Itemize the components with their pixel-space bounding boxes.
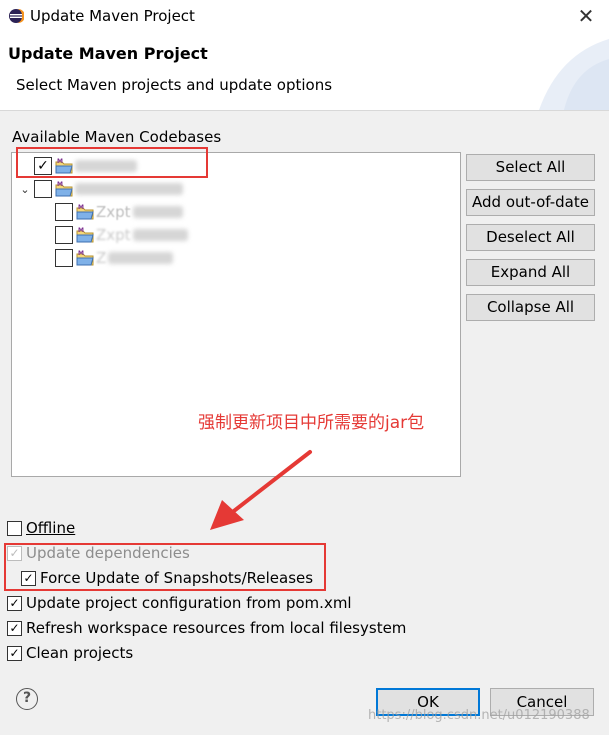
help-icon[interactable]: ? [16, 688, 38, 710]
tree-item[interactable]: M Zxpt [55, 224, 188, 246]
offline-option[interactable]: Offline [7, 517, 75, 539]
tree-item-checkbox[interactable] [55, 203, 73, 221]
highlight-box-first-project [16, 147, 208, 178]
collapse-all-button[interactable]: Collapse All [466, 294, 595, 321]
tree-item-checkbox[interactable] [34, 180, 52, 198]
refresh-workspace-checkbox[interactable]: ✓ [7, 620, 22, 636]
title-bar: Update Maven Project ✕ [0, 0, 609, 34]
tree-item-label-blurred [132, 206, 183, 218]
tree-item[interactable]: M Zxpt [55, 201, 183, 223]
close-icon[interactable]: ✕ [574, 4, 598, 28]
expand-all-button[interactable]: Expand All [466, 259, 595, 286]
maven-project-icon: M [76, 227, 94, 243]
clean-projects-label: Clean projects [26, 644, 134, 662]
maven-project-icon: M [76, 250, 94, 266]
tree-item-label-blurred [132, 229, 188, 241]
update-config-checkbox[interactable]: ✓ [7, 595, 22, 611]
dialog-subtitle: Select Maven projects and update options [16, 76, 333, 94]
highlight-box-force-update [4, 543, 326, 591]
svg-text:M: M [78, 227, 84, 234]
offline-label: Offline [26, 519, 76, 537]
svg-text:M: M [57, 181, 63, 188]
header-decoration-graphic [539, 39, 609, 110]
select-all-button[interactable]: Select All [466, 154, 595, 181]
chevron-down-icon[interactable]: ⌄ [16, 183, 34, 196]
refresh-workspace-label: Refresh workspace resources from local f… [26, 619, 407, 637]
codebases-label: Available Maven Codebases [12, 128, 222, 146]
tree-item-checkbox[interactable] [55, 226, 73, 244]
refresh-workspace-option[interactable]: ✓ Refresh workspace resources from local… [7, 617, 406, 639]
tree-item-checkbox[interactable] [55, 249, 73, 267]
tree-item[interactable]: M Z [55, 247, 174, 269]
annotation-arrow-icon [210, 450, 312, 530]
annotation-text: 强制更新项目中所需要的jar包 [198, 413, 425, 433]
svg-text:M: M [78, 250, 84, 257]
tree-item-label-prefix: Zxpt [96, 203, 131, 221]
tree-item-label-blurred [75, 183, 183, 195]
window-title: Update Maven Project [30, 7, 195, 25]
watermark: https://blog.csdn.net/u012190388 [368, 708, 590, 723]
update-config-label: Update project configuration from pom.xm… [26, 594, 352, 612]
update-config-option[interactable]: ✓ Update project configuration from pom.… [7, 592, 352, 614]
clean-projects-checkbox[interactable]: ✓ [7, 645, 22, 661]
eclipse-app-icon [9, 9, 24, 23]
add-out-of-date-button[interactable]: Add out-of-date [466, 189, 595, 216]
svg-text:M: M [78, 204, 84, 211]
dialog-header: Update Maven Project Select Maven projec… [0, 34, 609, 111]
offline-checkbox[interactable] [7, 520, 22, 536]
dialog-title: Update Maven Project [8, 44, 208, 63]
tree-item-label-blurred [108, 252, 174, 264]
tree-item-label-prefix: Zxpt [96, 226, 131, 244]
clean-projects-option[interactable]: ✓ Clean projects [7, 642, 133, 664]
maven-project-icon: M [76, 204, 94, 220]
maven-project-icon: M [55, 181, 73, 197]
tree-item[interactable]: ⌄ M [16, 178, 183, 200]
tree-item-label-prefix: Z [96, 249, 107, 267]
deselect-all-button[interactable]: Deselect All [466, 224, 595, 251]
